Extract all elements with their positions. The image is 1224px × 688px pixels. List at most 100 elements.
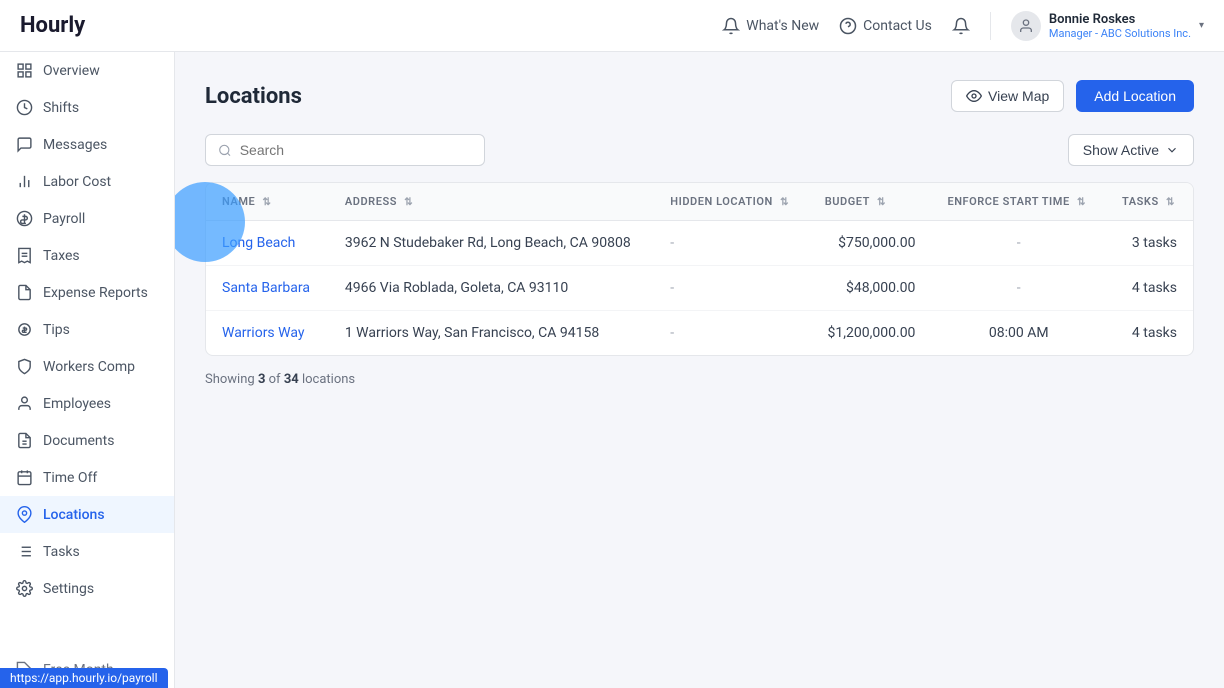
sidebar-item-label: Time Off — [43, 470, 97, 486]
location-name[interactable]: Santa Barbara — [206, 266, 329, 311]
table-row: Santa Barbara4966 Via Roblada, Goleta, C… — [206, 266, 1193, 311]
main-content: Locations View Map Add Location Show Act… — [175, 52, 1224, 688]
search-input[interactable] — [240, 142, 472, 158]
sidebar-item-label: Documents — [43, 433, 114, 449]
sidebar-item-label: Taxes — [43, 248, 80, 264]
sidebar-item-label: Locations — [43, 507, 105, 523]
col-enforce-start-time[interactable]: ENFORCE START TIME ⇅ — [931, 183, 1106, 221]
sidebar-item-shifts[interactable]: Shifts — [0, 89, 174, 126]
user-role: Manager - ABC Solutions Inc. — [1049, 27, 1191, 40]
sidebar-item-label: Tips — [43, 322, 70, 338]
page-title: Locations — [205, 84, 302, 109]
person-icon — [16, 395, 33, 412]
hidden-location-cell: - — [654, 311, 808, 356]
budget-cell: $750,000.00 — [809, 221, 932, 266]
sidebar-item-employees[interactable]: Employees — [0, 385, 174, 422]
col-name[interactable]: NAME ⇅ — [206, 183, 329, 221]
user-info: Bonnie Roskes Manager - ABC Solutions In… — [1049, 12, 1191, 40]
chevron-down-icon — [1165, 143, 1179, 157]
tasks-cell: 4 tasks — [1106, 266, 1193, 311]
sidebar-item-tasks[interactable]: Tasks — [0, 533, 174, 570]
search-icon — [218, 143, 232, 158]
grid-icon — [16, 62, 33, 79]
table-row: Long Beach3962 N Studebaker Rd, Long Bea… — [206, 221, 1193, 266]
help-icon — [839, 17, 857, 35]
chevron-down-icon: ▾ — [1199, 20, 1204, 31]
sidebar-item-labor-cost[interactable]: Labor Cost — [0, 163, 174, 200]
file-icon — [16, 284, 33, 301]
shield-icon — [16, 358, 33, 375]
list-icon — [16, 543, 33, 560]
sidebar-item-documents[interactable]: Documents — [0, 422, 174, 459]
eye-icon — [966, 88, 982, 104]
table-row: Warriors Way1 Warriors Way, San Francisc… — [206, 311, 1193, 356]
notification-icon — [952, 17, 970, 35]
col-budget[interactable]: BUDGET ⇅ — [809, 183, 932, 221]
user-menu-button[interactable]: Bonnie Roskes Manager - ABC Solutions In… — [1011, 11, 1204, 41]
col-address[interactable]: ADDRESS ⇅ — [329, 183, 654, 221]
sidebar-item-label: Messages — [43, 137, 107, 153]
coin-icon — [16, 321, 33, 338]
chat-icon — [16, 136, 33, 153]
sidebar-item-label: Overview — [43, 63, 100, 79]
budget-cell: $48,000.00 — [809, 266, 932, 311]
sidebar-item-settings[interactable]: Settings — [0, 570, 174, 607]
budget-cell: $1,200,000.00 — [809, 311, 932, 356]
user-name: Bonnie Roskes — [1049, 12, 1191, 27]
sidebar-item-label: Tasks — [43, 544, 80, 560]
sidebar-item-taxes[interactable]: Taxes — [0, 237, 174, 274]
add-location-button[interactable]: Add Location — [1076, 80, 1194, 112]
tasks-cell: 4 tasks — [1106, 311, 1193, 356]
clock-icon — [16, 99, 33, 116]
whats-new-button[interactable]: What's New — [722, 17, 819, 35]
sidebar-item-locations[interactable]: Locations — [0, 496, 174, 533]
header-divider — [990, 12, 991, 40]
sidebar-item-workers-comp[interactable]: Workers Comp — [0, 348, 174, 385]
sidebar-item-time-off[interactable]: Time Off — [0, 459, 174, 496]
enforce-start-time-cell: - — [931, 266, 1106, 311]
gear-icon — [16, 580, 33, 597]
calendar-icon — [16, 469, 33, 486]
pin-icon — [16, 506, 33, 523]
status-bar: https://app.hourly.io/payroll — [0, 668, 168, 688]
tasks-cell: 3 tasks — [1106, 221, 1193, 266]
sidebar-item-payroll[interactable]: Payroll — [0, 200, 174, 237]
doc-icon — [16, 432, 33, 449]
show-active-button[interactable]: Show Active — [1068, 134, 1194, 166]
app-header: Hourly What's New Contact Us Bonnie Rosk… — [0, 0, 1224, 52]
sidebar-item-label: Payroll — [43, 211, 85, 227]
sidebar-item-label: Shifts — [43, 100, 79, 116]
dollar-icon — [16, 210, 33, 227]
sidebar-item-expense-reports[interactable]: Expense Reports — [0, 274, 174, 311]
col-hidden-location[interactable]: HIDDEN LOCATION ⇅ — [654, 183, 808, 221]
sidebar-item-tips[interactable]: Tips — [0, 311, 174, 348]
enforce-start-time-cell: 08:00 AM — [931, 311, 1106, 356]
header-actions: View Map Add Location — [951, 80, 1194, 112]
table-footer: Showing 3 of 34 locations — [205, 372, 1194, 387]
contact-us-button[interactable]: Contact Us — [839, 17, 932, 35]
location-name[interactable]: Warriors Way — [206, 311, 329, 356]
sidebar-item-messages[interactable]: Messages — [0, 126, 174, 163]
notifications-button[interactable] — [952, 17, 970, 35]
view-map-button[interactable]: View Map — [951, 80, 1064, 112]
enforce-start-time-cell: - — [931, 221, 1106, 266]
hidden-location-cell: - — [654, 266, 808, 311]
location-address: 4966 Via Roblada, Goleta, CA 93110 — [329, 266, 654, 311]
sidebar-item-label: Expense Reports — [43, 285, 148, 301]
toolbar: Show Active — [205, 134, 1194, 166]
hidden-location-cell: - — [654, 221, 808, 266]
avatar — [1011, 11, 1041, 41]
sidebar-item-label: Employees — [43, 396, 111, 412]
sidebar-item-label: Labor Cost — [43, 174, 111, 190]
bar-chart-icon — [16, 173, 33, 190]
location-name[interactable]: Long Beach — [206, 221, 329, 266]
location-address: 3962 N Studebaker Rd, Long Beach, CA 908… — [329, 221, 654, 266]
page-header: Locations View Map Add Location — [205, 80, 1194, 112]
app-logo: Hourly — [20, 13, 85, 38]
col-tasks[interactable]: TASKS ⇅ — [1106, 183, 1193, 221]
sidebar-item-label: Settings — [43, 581, 94, 597]
search-box[interactable] — [205, 134, 485, 166]
sidebar: Overview Shifts Messages Labor Cost Payr… — [0, 52, 175, 688]
sidebar-item-overview[interactable]: Overview — [0, 52, 174, 89]
header-right: What's New Contact Us Bonnie Roskes Mana… — [722, 11, 1204, 41]
